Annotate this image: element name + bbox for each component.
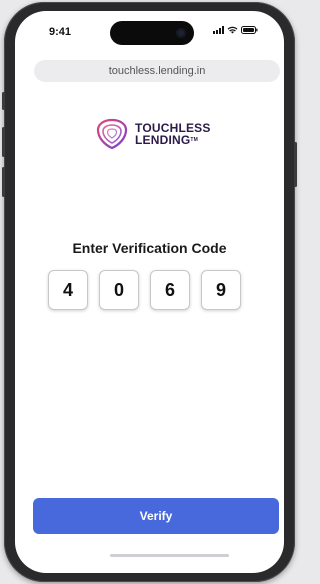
brand-name: TOUCHLESS LENDINGTM [135,122,211,146]
cellular-signal-icon [213,26,224,34]
dynamic-island [110,21,194,45]
verify-button[interactable]: Verify [33,498,279,534]
page-title: Enter Verification Code [72,240,227,256]
brand-logo: TOUCHLESS LENDINGTM [95,118,211,150]
volume-up-button [2,127,5,157]
otp-digit-2[interactable]: 0 [99,270,139,310]
otp-digit-1[interactable]: 4 [48,270,88,310]
status-icons [213,26,258,34]
volume-down-button [2,167,5,197]
phone-frame: 9:41 touchless.lending.in TOUCHLESS LEND… [2,2,297,582]
brand-line-2: LENDING [135,133,191,147]
status-bar: 9:41 [15,11,284,51]
verify-button-label: Verify [139,509,173,523]
home-indicator[interactable] [110,554,229,557]
address-bar[interactable]: touchless.lending.in [34,60,280,82]
phone-screen: 9:41 touchless.lending.in TOUCHLESS LEND… [15,11,284,573]
logo-mark-icon [96,118,128,150]
trademark-mark: TM [190,137,199,143]
battery-icon [241,26,258,34]
power-button [294,142,297,187]
wifi-icon [227,26,238,34]
camera-icon [176,28,186,38]
otp-digit-3[interactable]: 6 [150,270,190,310]
otp-digit-4[interactable]: 9 [201,270,241,310]
status-time: 9:41 [49,26,72,38]
mute-switch [2,92,5,110]
verification-code-input: 4 0 6 9 [48,270,241,310]
url-text: touchless.lending.in [108,65,206,77]
